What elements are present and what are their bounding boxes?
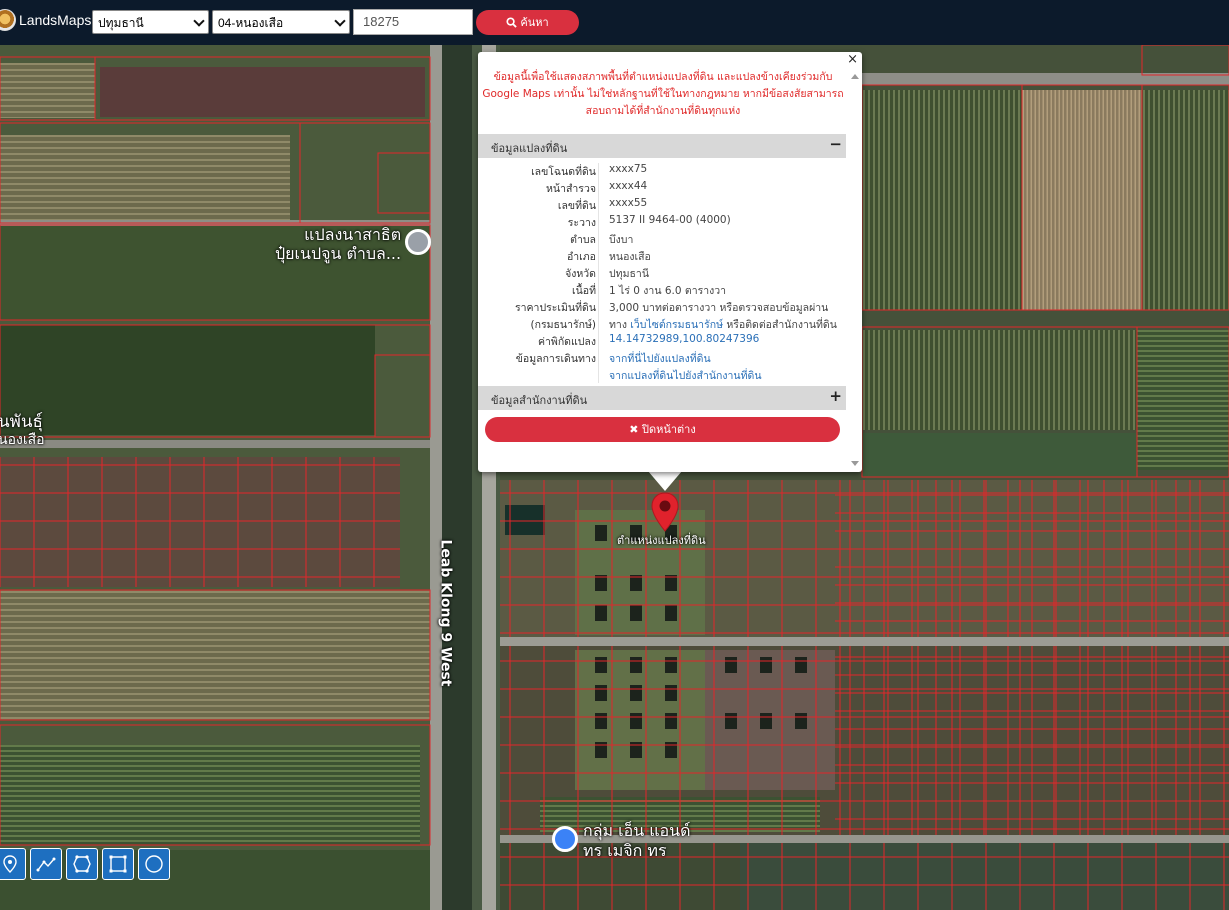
detail-row: (กรมธนารักษ์) ทาง เว็บไซต์กรมธนารักษ์ หรื… (478, 316, 846, 333)
detail-label: ตำบล (570, 234, 596, 246)
brand-name: LandsMaps (19, 12, 92, 28)
circle-tool-button[interactable] (138, 848, 170, 880)
poi-marker-icon[interactable] (552, 826, 578, 852)
province-select[interactable]: ปทุมธานี (92, 10, 209, 34)
coordinate-link[interactable]: 14.14732989,100.80247396 (609, 333, 759, 345)
chevron-down-icon (193, 15, 205, 27)
top-bar: LandsMaps ปทุมธานี 04-หนองเสือ 18275 ค้น… (0, 0, 1229, 45)
section-office-title: ข้อมูลสำนักงานที่ดิน (491, 394, 588, 407)
close-window-button[interactable]: ✖ ปิดหน้าต่าง (485, 417, 840, 442)
detail-label: เลขที่ดิน (557, 200, 596, 212)
province-select-value: ปทุมธานี (98, 16, 144, 30)
scroll-up-arrow[interactable] (851, 74, 859, 79)
search-icon (506, 17, 518, 28)
detail-value: xxxx75 (609, 163, 648, 175)
poi-marker-icon[interactable] (405, 229, 431, 255)
detail-label: หน้าสำรวจ (546, 183, 596, 195)
popup-pointer (648, 471, 682, 491)
scroll-down-arrow[interactable] (851, 461, 859, 466)
area-label: นพันธุ์ นองเสือ (0, 413, 45, 449)
detail-label: เลขโฉนดที่ดิน (531, 166, 596, 178)
treasury-suffix: หรือติดต่อสำนักงานที่ดิน (726, 319, 837, 331)
detail-row: เลขที่ดิน xxxx55 (478, 197, 846, 214)
marker-tool-icon (3, 855, 17, 873)
detail-row: อำเภอ หนองเสือ (478, 248, 846, 265)
logo-icon (0, 9, 16, 31)
detail-label: ราคาประเมินที่ดิน (514, 302, 596, 314)
disclaimer-notice: ข้อมูลนี้เพื่อใช้แสดงสภาพพื้นที่ตำแหน่งแ… (482, 71, 844, 117)
rectangle-tool-button[interactable] (102, 848, 134, 880)
detail-label: จังหวัด (565, 268, 596, 280)
detail-value: หนองเสือ (609, 251, 651, 263)
parcel-details: เลขโฉนดที่ดิน xxxx75 หน้าสำรวจ xxxx44 เลขท… (478, 163, 846, 384)
detail-value: ปทุมธานี (609, 268, 649, 280)
detail-row: เลขโฉนดที่ดิน xxxx75 (478, 163, 846, 180)
polygon-tool-icon (73, 855, 91, 873)
directions-to-office-link[interactable]: จากแปลงที่ดินไปยังสำนักงานที่ดิน (609, 367, 762, 384)
close-window-label: ปิดหน้าต่าง (641, 423, 696, 436)
detail-label: ระวาง (567, 217, 596, 229)
road-label: Leab Klong 9 West (437, 539, 454, 687)
detail-value: 5137 II 9464-00 (4000) (609, 214, 731, 226)
detail-label: อำเภอ (566, 251, 596, 263)
close-window-icon: ✖ (629, 423, 639, 436)
polyline-tool-button[interactable] (30, 848, 62, 880)
detail-value: 1 ไร่ 0 งาน 6.0 ตารางวา (609, 285, 727, 297)
rectangle-tool-icon (109, 855, 127, 873)
map-marker-icon[interactable] (650, 492, 680, 532)
detail-row: จากแปลงที่ดินไปยังสำนักงานที่ดิน (478, 367, 846, 384)
area-label-line: นพันธุ์ (0, 412, 43, 432)
detail-label: ค่าพิกัดแปลง (537, 336, 596, 348)
section-office-header[interactable]: ข้อมูลสำนักงานที่ดิน + (478, 386, 846, 410)
district-select-value: 04-หนองเสือ (218, 16, 284, 30)
pin-label: ตำแหน่งแปลงที่ดิน (617, 534, 706, 547)
district-select[interactable]: 04-หนองเสือ (212, 10, 350, 34)
search-button[interactable]: ค้นหา (476, 10, 579, 35)
treasury-website-link[interactable]: เว็บไซต์กรมธนารักษ์ (630, 319, 723, 331)
poi-label-line: ปุ๋ยเนปจูน ตำบล... (275, 244, 402, 263)
marker-tool-button[interactable] (0, 848, 26, 880)
detail-label: (กรมธนารักษ์) (530, 319, 596, 331)
detail-row: ระวาง 5137 II 9464-00 (4000) (478, 214, 846, 231)
detail-row: ค่าพิกัดแปลง 14.14732989,100.80247396 (478, 333, 846, 350)
draw-toolbar (0, 848, 170, 880)
detail-row: จังหวัด ปทุมธานี (478, 265, 846, 282)
detail-value: xxxx55 (609, 197, 648, 209)
poi-label-line: ทร เมจิก ทร (583, 841, 667, 860)
poi-label-demo-field[interactable]: แปลงนาสาธิต ปุ๋ยเนปจูน ตำบล... (275, 225, 401, 263)
detail-value: xxxx44 (609, 180, 648, 192)
detail-row: ตำบล บึงบา (478, 231, 846, 248)
chevron-down-icon (334, 15, 346, 27)
detail-row: ข้อมูลการเดินทาง จากที่นี่ไปยังแปลงที่ดิน (478, 350, 846, 367)
detail-label: ข้อมูลการเดินทาง (515, 353, 596, 365)
circle-tool-icon (145, 855, 163, 873)
parcel-info-popup: × ข้อมูลนี้เพื่อใช้แสดงสภาพพื้นที่ตำแหน่… (478, 52, 862, 472)
search-button-label: ค้นหา (520, 16, 549, 29)
detail-value: บึงบา (609, 234, 634, 246)
section-parcel-title: ข้อมูลแปลงที่ดิน (491, 142, 568, 155)
detail-row: เนื้อที่ 1 ไร่ 0 งาน 6.0 ตารางวา (478, 282, 846, 299)
detail-row: หน้าสำรวจ xxxx44 (478, 180, 846, 197)
detail-row: ราคาประเมินที่ดิน 3,000 บาทต่อตารางวา หรื… (478, 299, 846, 316)
poi-label-company[interactable]: กลุ่ม เอ็น แอนด์ ทร เมจิก ทร (583, 821, 690, 861)
section-parcel-header[interactable]: ข้อมูลแปลงที่ดิน − (478, 134, 846, 158)
close-icon[interactable]: × (847, 52, 858, 67)
directions-to-parcel-link[interactable]: จากที่นี่ไปยังแปลงที่ดิน (609, 350, 711, 367)
detail-value: 3,000 บาทต่อตารางวา หรือตรวจสอบข้อมูลผ่า… (609, 302, 829, 314)
polygon-tool-button[interactable] (66, 848, 98, 880)
expand-icon[interactable]: + (829, 387, 842, 405)
poi-label-line: กลุ่ม เอ็น แอนด์ (583, 821, 691, 840)
detail-label: เนื้อที่ (572, 285, 596, 297)
collapse-icon[interactable]: − (829, 135, 842, 153)
area-label-line: นองเสือ (0, 432, 45, 448)
parcel-number-input[interactable]: 18275 (353, 9, 473, 35)
polyline-tool-icon (36, 857, 56, 872)
detail-value: ทาง เว็บไซต์กรมธนารักษ์ หรือติดต่อสำนักง… (609, 316, 837, 333)
treasury-prefix: ทาง (609, 319, 627, 331)
poi-label-line: แปลงนาสาธิต (304, 225, 402, 244)
